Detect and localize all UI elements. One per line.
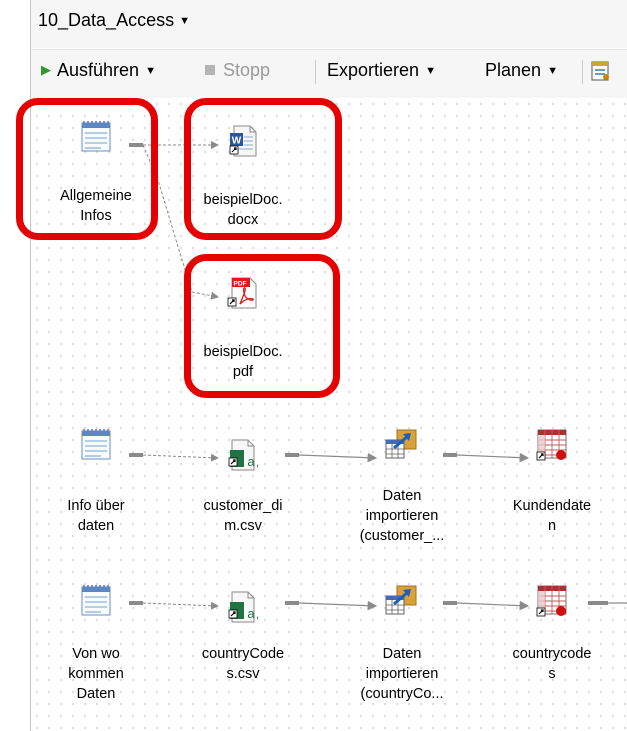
svg-text:,: , [256,457,259,469]
label-line: m.csv [224,518,262,534]
highlight-box [16,98,158,240]
note-icon [81,429,111,460]
label-line: daten [77,518,115,534]
note-node-info-ueber-daten[interactable] [79,428,113,462]
highlight-box [184,254,340,398]
link-country-to-import[interactable] [298,600,378,611]
import-data-icon [385,585,417,615]
data-table-icon [536,585,567,617]
node-label: customer_di m.csv [183,496,303,536]
node-label: Von wo kommen Daten [36,644,156,704]
label-line: Kundendate [512,498,592,514]
file-node-countrycodes-csv[interactable]: a , [226,590,260,624]
data-table-icon [536,429,567,461]
label-line: s.csv [226,666,260,682]
import-data-icon [385,429,417,459]
link-note-to-country[interactable] [142,601,219,610]
label-line: importieren [365,508,439,524]
node-label: Kundendate n [492,496,612,536]
node-label: Daten importieren (countryCo... [342,644,462,704]
label-line: Info über [67,498,125,514]
file-node-customer-csv[interactable]: a , [226,438,260,472]
task-node-import-customer[interactable] [384,428,418,462]
label-line: (countryCo... [360,686,444,702]
process-flow-window: 10_Data_Access ▼ ▶ Ausführen ▼ Stopp Export… [0,0,627,731]
note-icon [81,585,111,616]
label-line: s [548,666,556,682]
highlight-box [184,98,342,240]
label-line: kommen [68,666,124,682]
node-label: Daten importieren (customer_... [342,486,462,546]
label-line: countryCode [201,646,285,662]
svg-text:a: a [247,454,255,469]
label-line: (customer_... [359,528,445,544]
label-line: Daten [382,488,422,504]
label-line: Daten [382,646,422,662]
node-label: countrycode s [492,644,612,684]
label-line: n [547,518,557,534]
node-label: countryCode s.csv [183,644,303,684]
link-import-to-countrycodes[interactable] [456,600,530,611]
label-line: Daten [76,686,116,702]
label-line: Von wo [72,646,120,662]
link-note-to-customer[interactable] [142,453,219,462]
note-node-von-wo-kommen-daten[interactable] [79,584,113,618]
label-line: customer_di [203,498,283,514]
svg-text:,: , [256,609,259,621]
link-import-to-kunden[interactable] [456,452,530,463]
link-customer-to-import[interactable] [298,452,378,463]
label-line: countrycode [512,646,592,662]
table-node-countrycodes[interactable] [535,584,569,618]
svg-text:a: a [247,606,255,621]
table-node-kundendaten[interactable] [535,428,569,462]
task-node-import-country[interactable] [384,584,418,618]
csv-file-icon: a , [228,591,259,623]
csv-file-icon: a , [228,439,259,471]
label-line: importieren [365,666,439,682]
node-label: Info über daten [36,496,156,536]
